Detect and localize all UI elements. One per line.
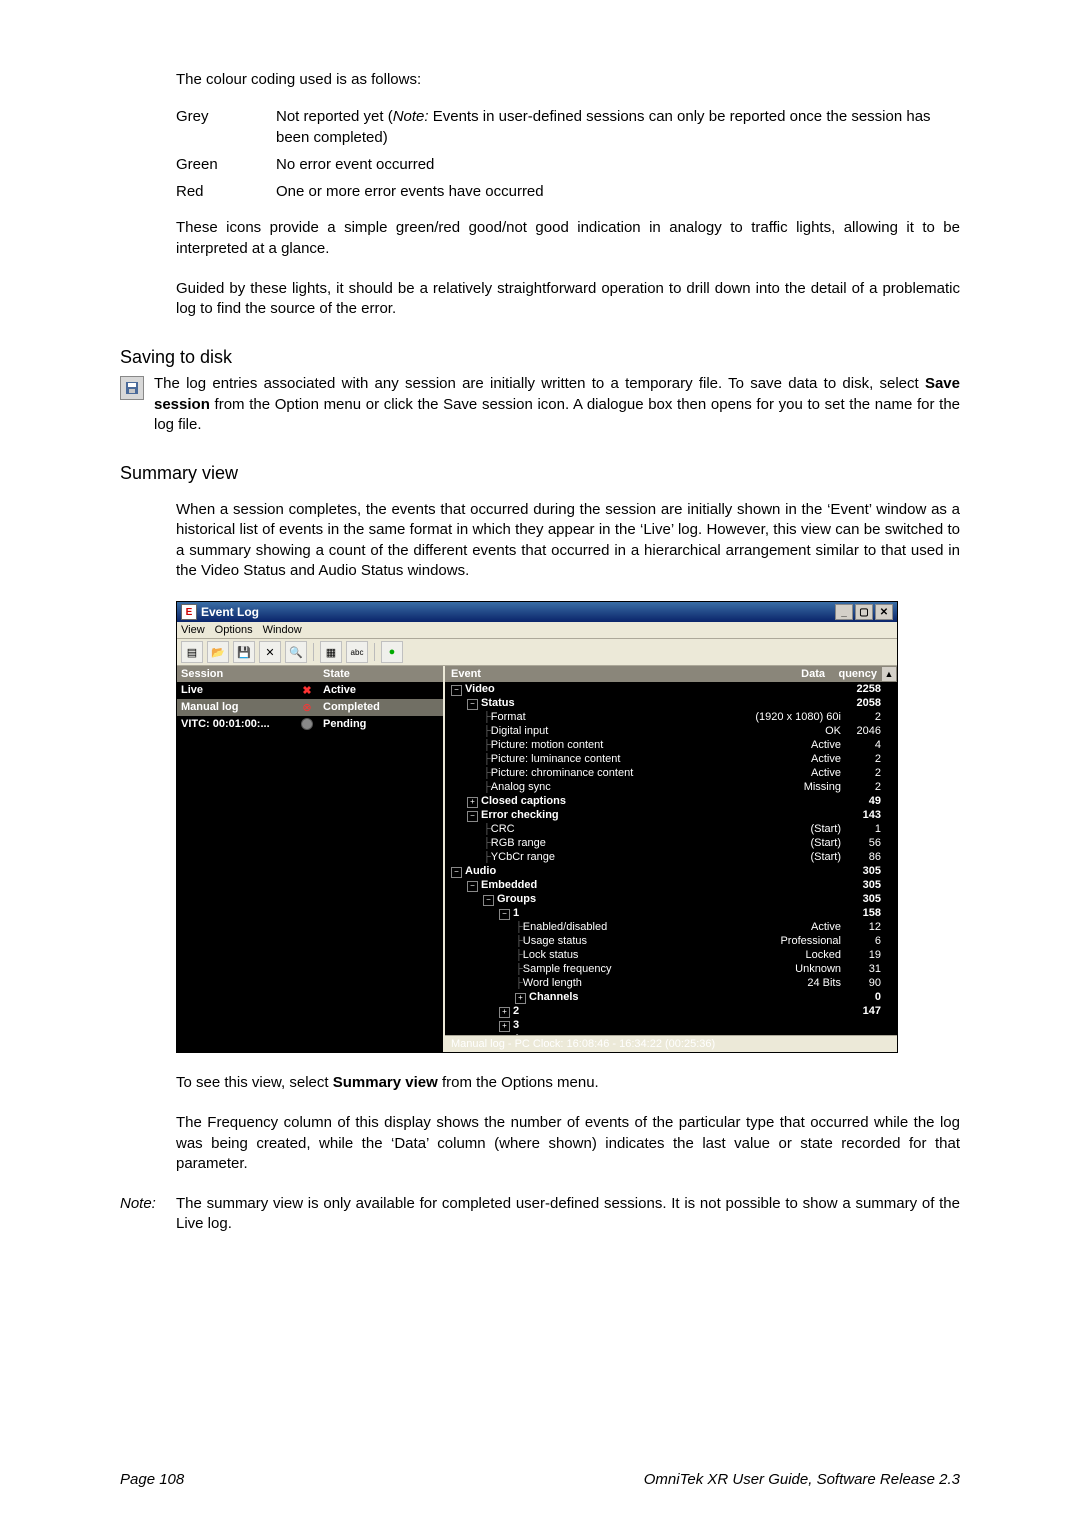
expand-icon[interactable]: + [499, 1021, 510, 1032]
tree-row[interactable]: −Status2058 [445, 696, 897, 710]
tool-save-icon[interactable]: 💾 [233, 641, 255, 663]
titlebar[interactable]: E Event Log _ ▢ ✕ [177, 602, 897, 622]
tree-row[interactable]: ├ Lock statusLocked19 [445, 948, 897, 962]
para-guided: Guided by these lights, it should be a r… [176, 279, 960, 320]
tree-row[interactable]: ├ Sample frequencyUnknown31 [445, 962, 897, 976]
minimize-button[interactable]: _ [835, 604, 853, 620]
session-row[interactable]: VITC: 00:01:00:...Pending [177, 716, 443, 735]
session-row[interactable]: Live✖Active [177, 682, 443, 699]
event-header: Event Data quency ▲ [445, 666, 897, 682]
red-label: Red [176, 181, 276, 202]
heading-summary: Summary view [120, 463, 960, 484]
tool-open-icon[interactable]: 📂 [207, 641, 229, 663]
maximize-button[interactable]: ▢ [855, 604, 873, 620]
menu-window[interactable]: Window [263, 624, 302, 636]
menu-view[interactable]: View [181, 624, 205, 636]
hdr-event[interactable]: Event [445, 666, 711, 682]
expand-icon[interactable]: + [499, 1007, 510, 1018]
tree-row[interactable]: −Embedded305 [445, 878, 897, 892]
tree-row[interactable]: +Closed captions49 [445, 794, 897, 808]
tree-row[interactable]: ├ Usage statusProfessional6 [445, 934, 897, 948]
session-list: Session State Live✖ActiveManual log⊗Comp… [177, 666, 445, 1052]
menubar: View Options Window [177, 622, 897, 639]
hdr-data[interactable]: Data [711, 666, 829, 682]
tree-row[interactable]: ├ YCbCr range(Start)86 [445, 850, 897, 864]
note-label: Note: [120, 1194, 176, 1235]
page-number: Page 108 [120, 1471, 184, 1488]
app-icon: E [181, 604, 197, 620]
tree-row[interactable]: ├ Analog syncMissing2 [445, 780, 897, 794]
expand-icon[interactable]: − [499, 909, 510, 920]
green-label: Green [176, 154, 276, 175]
expand-icon[interactable]: − [483, 895, 494, 906]
tree-row[interactable]: −Audio305 [445, 864, 897, 878]
heading-saving: Saving to disk [120, 347, 960, 368]
red-value: One or more error events have occurred [276, 181, 960, 202]
para-intro: The colour coding used is as follows: [176, 70, 960, 90]
para-summary: When a session completes, the events tha… [176, 500, 960, 581]
tree-row[interactable]: −1158 [445, 906, 897, 920]
color-coding-table: Grey Not reported yet (Note: Events in u… [176, 100, 960, 208]
tool-delete-icon[interactable]: ✕ [259, 641, 281, 663]
tree-row[interactable]: ├ Word length24 Bits90 [445, 976, 897, 990]
save-icon [120, 376, 144, 400]
tree-row[interactable]: +Channels0 [445, 990, 897, 1004]
state-icon: ✖ [295, 682, 319, 699]
expand-icon[interactable]: − [451, 867, 462, 878]
tree-row[interactable]: ├ Picture: luminance contentActive2 [445, 752, 897, 766]
expand-icon[interactable]: − [451, 685, 462, 696]
footer-title: OmniTek XR User Guide, Software Release … [644, 1471, 960, 1488]
tree-row[interactable]: ├ Format(1920 x 1080) 60i2 [445, 710, 897, 724]
para-see: To see this view, select Summary view fr… [176, 1073, 960, 1093]
window-title: Event Log [201, 605, 259, 619]
expand-icon[interactable]: − [467, 699, 478, 710]
para-note: The summary view is only available for c… [176, 1194, 960, 1235]
tool-sep [313, 643, 314, 661]
expand-icon[interactable]: − [467, 881, 478, 892]
session-row[interactable]: Manual log⊗Completed [177, 699, 443, 716]
expand-icon[interactable]: + [467, 797, 478, 808]
tool-summary-icon[interactable]: ▦ [320, 641, 342, 663]
tool-record-icon[interactable]: ● [381, 641, 403, 663]
para-icons: These icons provide a simple green/red g… [176, 218, 960, 259]
para-saving: The log entries associated with any sess… [154, 374, 960, 435]
tree-row[interactable]: −Video2258 [445, 682, 897, 696]
event-log-window: E Event Log _ ▢ ✕ View Options Window ▤ … [176, 601, 898, 1053]
status-line: Manual log - PC Clock: 16:08:46 - 16:34:… [445, 1035, 897, 1052]
state-icon: ⊗ [295, 699, 319, 716]
tree-row[interactable]: ├ Picture: motion contentActive4 [445, 738, 897, 752]
tree-row[interactable]: −Groups305 [445, 892, 897, 906]
tree-row[interactable]: ├ RGB range(Start)56 [445, 836, 897, 850]
expand-icon[interactable]: − [467, 811, 478, 822]
tool-abc-icon[interactable]: abc [346, 641, 368, 663]
state-icon [295, 716, 319, 735]
grey-label: Grey [176, 106, 276, 148]
session-header: Session State [177, 666, 443, 682]
green-value: No error event occurred [276, 154, 960, 175]
tree-row[interactable]: ├ Enabled/disabledActive12 [445, 920, 897, 934]
hdr-session[interactable]: Session [177, 666, 295, 682]
tree-row[interactable]: ├ Picture: chrominance contentActive2 [445, 766, 897, 780]
tree-row[interactable]: ├ CRC(Start)1 [445, 822, 897, 836]
tool-zoom-icon[interactable]: 🔍 [285, 641, 307, 663]
scroll-up-icon[interactable]: ▲ [882, 667, 896, 681]
tree-row[interactable]: ├ Digital inputOK2046 [445, 724, 897, 738]
hdr-state[interactable]: State [319, 666, 443, 682]
grey-value: Not reported yet (Note: Events in user-d… [276, 106, 960, 148]
tree-row[interactable]: −Error checking143 [445, 808, 897, 822]
expand-icon[interactable]: + [515, 993, 526, 1004]
tool-sep [374, 643, 375, 661]
toolbar: ▤ 📂 💾 ✕ 🔍 ▦ abc ● [177, 639, 897, 666]
tree-row[interactable]: +2147 [445, 1004, 897, 1018]
tool-new-icon[interactable]: ▤ [181, 641, 203, 663]
tree-row[interactable]: +3 [445, 1018, 897, 1032]
close-button[interactable]: ✕ [875, 604, 893, 620]
event-tree: Event Data quency ▲ −Video2258−Status205… [445, 666, 897, 1052]
para-freq: The Frequency column of this display sho… [176, 1113, 960, 1174]
menu-options[interactable]: Options [215, 624, 253, 636]
hdr-frequency[interactable]: quency [829, 666, 881, 682]
